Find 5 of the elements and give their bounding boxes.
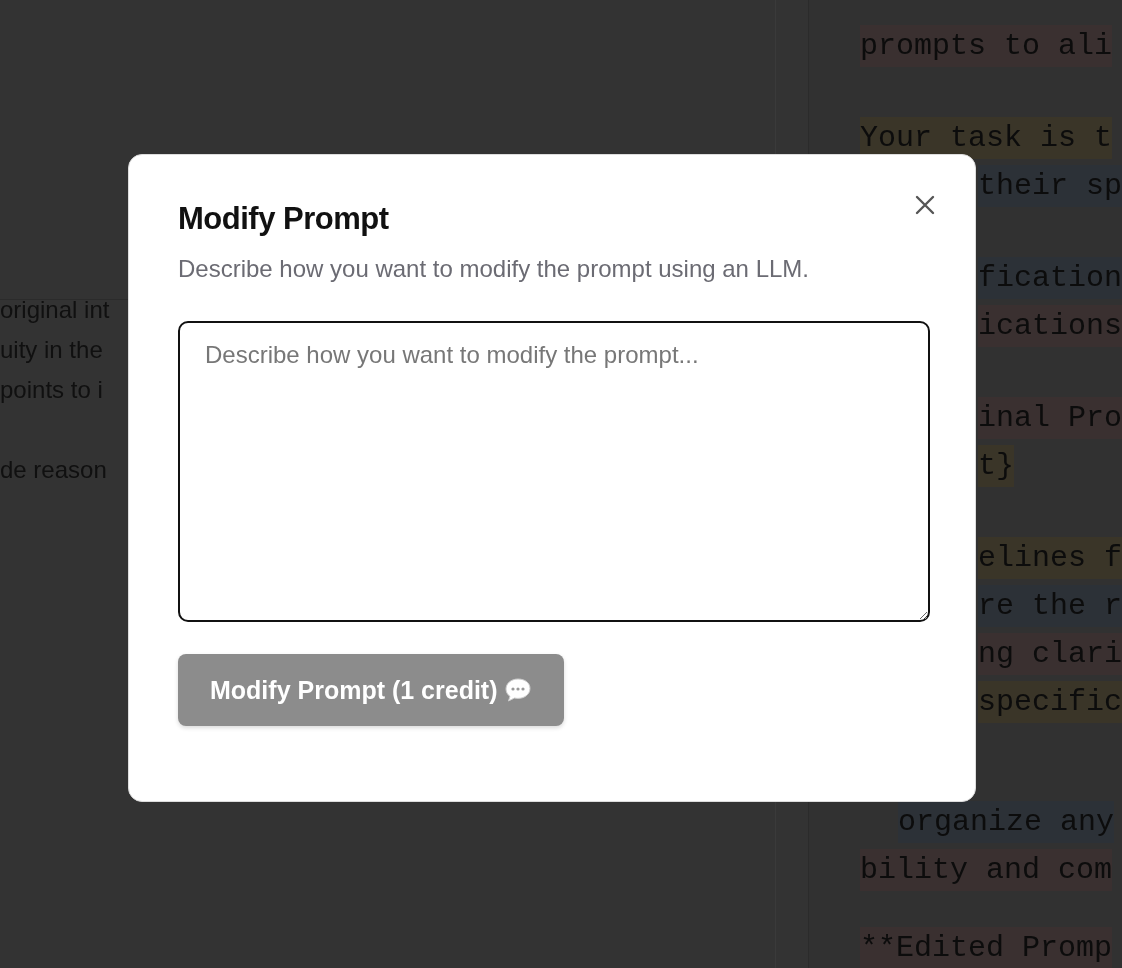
dialog-title: Modify Prompt <box>178 201 390 237</box>
speech-bubble-icon <box>503 677 532 703</box>
dialog-description: Describe how you want to modify the prompt using an LLM. <box>178 254 810 284</box>
close-icon[interactable] <box>913 193 937 217</box>
prompt-field[interactable]: Describe how you want to modify the prompt... <box>178 321 930 622</box>
